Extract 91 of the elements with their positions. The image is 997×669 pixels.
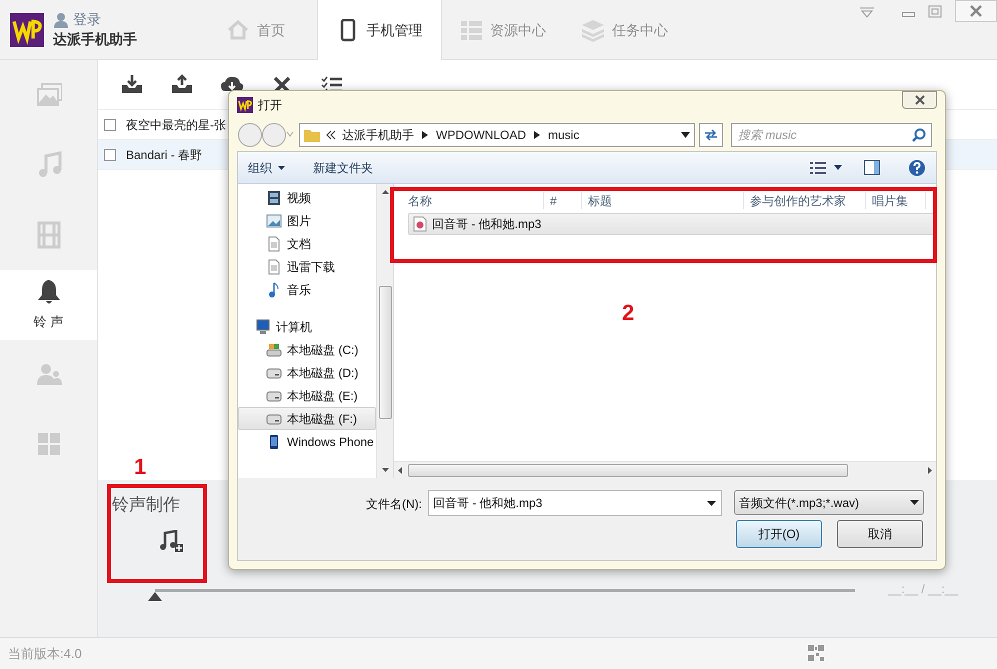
cancel-button[interactable]: 取消 <box>837 520 923 548</box>
annotation-number: 2 <box>622 299 634 327</box>
scroll-right-icon[interactable] <box>928 466 932 474</box>
preview-pane-icon <box>864 160 880 175</box>
list-view-icon <box>810 162 826 174</box>
nav-item[interactable]: 本地磁盘 (E:) <box>238 384 376 407</box>
nav-item[interactable]: 本地磁盘 (F:) <box>238 407 376 430</box>
breadcrumb-item[interactable]: 达派手机助手 <box>342 126 414 144</box>
horizontal-scrollbar[interactable] <box>394 461 936 478</box>
drive-icon <box>266 342 282 358</box>
login-link[interactable]: 登录 <box>73 9 101 30</box>
dropdown-icon <box>910 500 919 505</box>
app-name: 达派手机助手 <box>53 30 137 49</box>
home-icon <box>227 18 249 42</box>
caret-icon <box>278 166 285 170</box>
logo-icon <box>237 97 253 113</box>
file-type-dropdown[interactable]: 音频文件(*.mp3;*.wav) <box>734 490 924 515</box>
grid-icon <box>460 18 482 42</box>
search-field[interactable]: 搜索 music <box>731 123 932 147</box>
add-ringtone-button[interactable] <box>159 530 183 552</box>
document-icon <box>266 258 282 274</box>
nav-item[interactable]: 本地磁盘 (D:) <box>238 361 376 384</box>
logo-icon <box>10 12 44 46</box>
column-header[interactable]: # <box>544 192 582 209</box>
nav-item[interactable]: 图片 <box>238 209 376 232</box>
version-label: 当前版本:4.0 <box>8 644 82 663</box>
caret-icon <box>834 165 842 170</box>
column-header[interactable]: 唱片集 <box>866 192 926 209</box>
dropdown-icon <box>681 132 690 138</box>
filename-label: 文件名(N): <box>366 496 422 513</box>
document-icon <box>266 236 282 252</box>
breadcrumb-item[interactable]: WPDOWNLOAD <box>436 126 526 144</box>
column-header[interactable]: 参与创作的艺术家 <box>744 192 866 209</box>
dropdown-icon <box>707 501 716 506</box>
nav-item[interactable]: 本地磁盘 (C:) <box>238 338 376 361</box>
minimize-icon <box>902 12 915 17</box>
scroll-left-icon[interactable] <box>398 466 402 474</box>
filename-field[interactable]: 回音哥 - 他和她.mp3 <box>428 490 722 516</box>
song-title: Bandari - 春野 <box>126 146 202 164</box>
close-icon <box>969 4 983 18</box>
view-options-button[interactable] <box>810 162 842 174</box>
nav-item[interactable]: 视频 <box>238 186 376 209</box>
preview-pane-button[interactable] <box>864 160 880 175</box>
chevrons-icon <box>326 130 336 140</box>
vertical-scrollbar[interactable] <box>376 184 393 478</box>
computer-icon <box>255 318 271 334</box>
film-icon <box>266 190 282 206</box>
checkbox[interactable] <box>104 118 116 130</box>
refresh-icon <box>703 128 719 142</box>
column-header[interactable]: 名称 <box>400 192 544 209</box>
dialog-title: 打开 <box>258 97 282 114</box>
checkbox[interactable] <box>104 148 116 160</box>
song-title: 夜空中最亮的星-张 <box>126 116 226 134</box>
scroll-up-icon[interactable] <box>382 190 388 194</box>
bell-icon <box>36 278 62 306</box>
photo-icon <box>36 81 62 109</box>
address-bar[interactable]: 达派手机助手 WPDOWNLOAD music <box>299 123 695 147</box>
scroll-down-icon[interactable] <box>382 468 388 472</box>
toolbar-button[interactable]: 组织 <box>248 158 285 176</box>
search-icon <box>912 128 926 142</box>
qr-code-icon <box>808 645 824 661</box>
help-button[interactable] <box>908 158 926 176</box>
panel-title: 铃声制作 <box>112 494 180 516</box>
folder-icon <box>304 128 320 142</box>
toolbar-button[interactable]: 新建文件夹 <box>313 158 373 176</box>
open-button[interactable]: 打开(O) <box>736 520 822 548</box>
breadcrumb-arrow-icon <box>422 131 428 139</box>
nav-item[interactable]: Windows Phone <box>238 430 376 453</box>
layers-icon <box>582 18 604 42</box>
nav-item[interactable]: 迅雷下载 <box>238 255 376 278</box>
image-icon <box>266 212 282 228</box>
refresh-button[interactable] <box>699 123 723 147</box>
close-button[interactable] <box>902 91 937 109</box>
close-icon <box>914 95 926 105</box>
nav-item[interactable]: 计算机 <box>238 315 376 338</box>
nav-item[interactable]: 文档 <box>238 232 376 255</box>
annotation-number: 1 <box>134 453 146 481</box>
sidebar-item[interactable]: 铃 声 <box>0 270 97 340</box>
progress-thumb[interactable] <box>148 592 162 601</box>
audio-file-icon <box>413 216 427 232</box>
nav-tab[interactable]: 手机管理 <box>317 0 442 61</box>
nav-item[interactable]: 音乐 <box>238 278 376 301</box>
film-icon <box>36 221 62 249</box>
back-forward-icon <box>237 122 295 148</box>
breadcrumb-item[interactable]: music <box>548 126 580 144</box>
help-icon <box>908 158 926 176</box>
user-icon <box>53 12 69 28</box>
column-header[interactable]: 标题 <box>582 192 744 209</box>
file-row[interactable]: 回音哥 - 他和她.mp3 <box>408 213 936 235</box>
time-label: __:__ / __:__ <box>888 581 958 598</box>
breadcrumb-arrow-icon <box>534 131 540 139</box>
